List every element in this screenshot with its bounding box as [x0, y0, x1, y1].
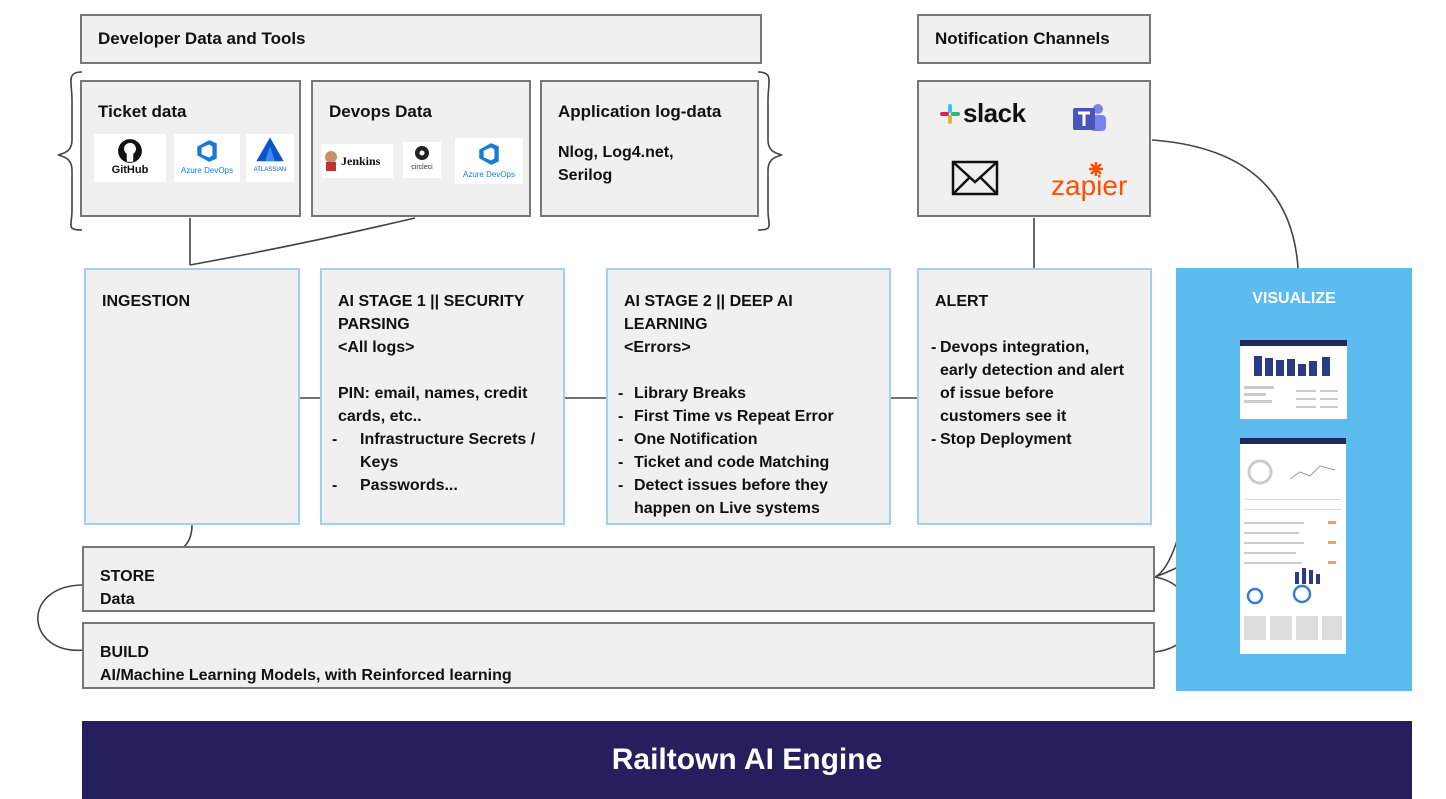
developer-data-header: Developer Data and Tools [80, 14, 762, 64]
store-title: STORE [100, 568, 155, 585]
visualize-title: VISUALIZE [1252, 290, 1336, 307]
dashboard-thumbnail-image-2 [1240, 438, 1346, 654]
github-logo-icon: GitHub [94, 134, 166, 182]
list-item: - Detect issues before they happen on Liv… [618, 477, 828, 517]
application-log-line: Serilog [558, 167, 613, 184]
list-item: - Stop Deployment [931, 431, 1072, 448]
ai-stage-2-title: AI STAGE 2 || DEEP AI LEARNING <Errors> [624, 293, 793, 356]
notification-channels-header: Notification Channels [917, 14, 1151, 64]
list-item: - Ticket and code Matching [618, 454, 830, 471]
list-item: - Library Breaks [618, 385, 747, 402]
jenkins-logo-icon: Jenkins [321, 144, 393, 178]
list-item: - One Notification [618, 431, 758, 448]
ticket-data-title: Ticket data [98, 102, 187, 121]
circleci-logo-icon: circleci [403, 142, 441, 178]
slack-logo-icon: slack [939, 98, 1026, 129]
devops-data-box: Devops Data Jenkins circleci Azure DevOp… [311, 80, 531, 217]
ai-stage-1-list: - Infrastructure Secrets / Keys - Password… [332, 428, 557, 497]
list-item: - First Time vs Repeat Error [618, 408, 834, 425]
list-item: - Devops integration, early detection and… [931, 339, 1125, 425]
build-title: BUILD [100, 644, 149, 661]
application-log-line: Nlog, Log4.net, [558, 144, 674, 161]
dashboard-thumbnail-image [1240, 340, 1347, 419]
ai-stage-1-pin: PIN: email, names, credit cards, etc.. [338, 385, 528, 425]
application-log-title: Application log-data [558, 102, 722, 121]
store-subtitle: Data [100, 591, 135, 608]
build-box: BUILD AI/Machine Learning Models, with R… [82, 622, 1155, 689]
alert-list: - Devops integration, early detection and… [931, 336, 1131, 451]
alert-box: ALERT - Devops integration, early detecti… [917, 268, 1152, 525]
devops-data-title: Devops Data [329, 102, 432, 121]
store-box: STORE Data [82, 546, 1155, 612]
ticket-data-box: Ticket data GitHub Azure DevOps ATLASSIA… [80, 80, 301, 217]
ai-stage-2-box: AI STAGE 2 || DEEP AI LEARNING <Errors> … [606, 268, 891, 525]
zapier-logo-icon: zapier [1051, 160, 1127, 202]
azure-devops-logo-icon-2: Azure DevOps [455, 138, 523, 184]
ai-stage-2-list: - Library Breaks - First Time vs Repeat Er… [618, 382, 880, 520]
engine-title: Railtown AI Engine [611, 743, 883, 776]
railtown-ai-engine-banner: Railtown AI Engine [82, 721, 1412, 799]
build-subtitle: AI/Machine Learning Models, with Reinfor… [100, 667, 512, 684]
application-log-data-box: Application log-data Nlog, Log4.net, Ser… [540, 80, 759, 217]
visualize-panel: VISUALIZE [1176, 268, 1412, 691]
azure-devops-logo-icon: Azure DevOps [174, 134, 240, 182]
microsoft-teams-logo-icon [1071, 102, 1109, 141]
ai-stage-1-box: AI STAGE 1 || SECURITY PARSING <All logs… [320, 268, 565, 525]
list-item: - Passwords... [332, 477, 458, 494]
ai-stage-1-title: AI STAGE 1 || SECURITY PARSING <All logs… [338, 293, 525, 356]
atlassian-logo-icon: ATLASSIAN [246, 134, 294, 182]
list-item: - Infrastructure Secrets / Keys [332, 431, 536, 471]
email-envelope-icon [951, 160, 999, 201]
ingestion-title: INGESTION [102, 293, 191, 310]
alert-title: ALERT [935, 293, 989, 310]
ingestion-box: INGESTION [84, 268, 300, 525]
notification-channels-box: slack zapier [917, 80, 1151, 217]
